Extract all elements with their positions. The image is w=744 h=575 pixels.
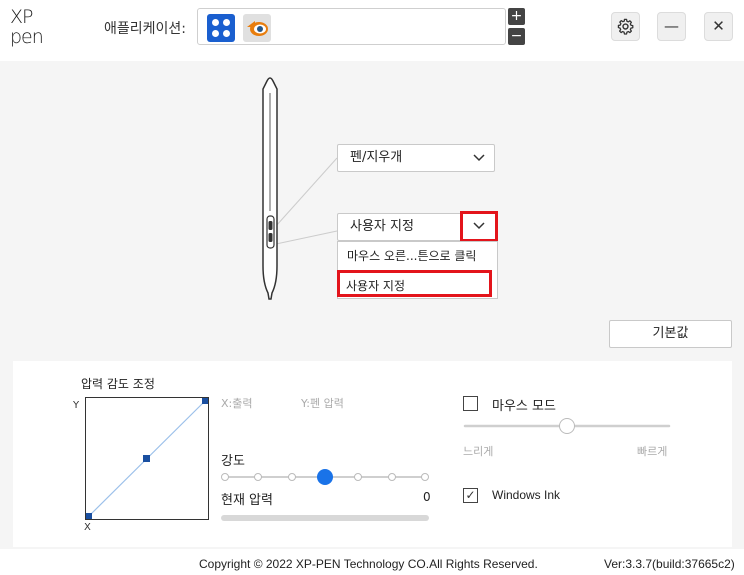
output-readout-label: X:출력 [221, 397, 253, 410]
slow-label: 느리게 [463, 445, 494, 458]
strength-slider[interactable] [221, 469, 429, 485]
dropdown-value: 펜/지우개 [350, 150, 403, 165]
pen-side-button [266, 215, 275, 249]
application-list [197, 8, 506, 45]
pressure-curve-graph[interactable] [85, 397, 209, 520]
graph-y-axis-label: Y [73, 400, 80, 411]
dropdown-option-custom[interactable]: 사용자 지정 [337, 270, 492, 297]
windows-ink-label: Windows Ink [492, 488, 561, 502]
dropdown-value: 사용자 지정 [350, 219, 414, 234]
settings-button[interactable] [611, 12, 640, 41]
current-pressure-value: 0 [423, 490, 431, 504]
app-icon-dot [223, 30, 230, 37]
fast-label: 빠르게 [637, 445, 668, 458]
application-label: 애플리케이션: [104, 21, 186, 37]
pressure-curve [85, 397, 209, 520]
dropdown-toggle-highlight[interactable] [460, 211, 498, 242]
windows-ink-checkbox[interactable]: ✓ [463, 488, 478, 503]
app-icon-dot [212, 19, 219, 26]
connector-line-bottom [275, 230, 338, 245]
mouse-mode-checkbox[interactable] [463, 396, 478, 411]
blender-logo-icon [247, 21, 268, 36]
minimize-button[interactable]: — [657, 12, 686, 41]
connector-line-top [275, 157, 338, 227]
gear-icon [617, 18, 634, 35]
chevron-down-icon [473, 145, 485, 181]
logo-text-top: XP [10, 6, 34, 28]
dropdown-option-right-click[interactable]: 마우스 오른...튼으로 클릭 [347, 247, 476, 264]
pen-upper-button-dropdown[interactable]: 펜/지우개 [337, 144, 495, 172]
pen-illustration [262, 77, 338, 300]
curve-point-mid[interactable] [143, 455, 150, 462]
remove-application-button[interactable]: − [508, 28, 525, 45]
curve-point-end[interactable] [202, 397, 209, 404]
version-text: Ver:3.3.7(build:37665c2) [604, 557, 735, 571]
pen-upper-button [268, 221, 273, 230]
curve-point-start[interactable] [85, 513, 92, 520]
app-icon-dot [223, 19, 230, 26]
close-button[interactable]: ✕ [704, 12, 733, 41]
current-pressure-label: 현재 압력 [221, 493, 273, 508]
xppen-app-icon[interactable] [207, 14, 235, 42]
mouse-speed-slider-thumb[interactable] [559, 418, 575, 434]
logo-text-bottom: pen [10, 26, 44, 48]
strength-label: 강도 [221, 454, 245, 469]
pressure-sensitivity-title: 압력 감도 조정 [81, 377, 155, 391]
pen-pressure-readout-label: Y:펜 압력 [301, 397, 344, 410]
blender-app-icon[interactable] [243, 14, 271, 42]
xppen-logo: XP pen [10, 6, 50, 48]
mouse-mode-label: 마우스 모드 [492, 399, 556, 414]
dropdown-option-label: 사용자 지정 [346, 279, 406, 293]
add-application-button[interactable]: + [508, 8, 525, 25]
default-button[interactable]: 기본값 [609, 320, 732, 348]
app-icon-dot [212, 30, 219, 37]
mouse-speed-slider[interactable] [463, 418, 671, 434]
copyright-text: Copyright © 2022 XP-PEN Technology CO.Al… [199, 557, 538, 571]
graph-x-axis-label: X [84, 522, 91, 533]
pen-lower-button [268, 233, 273, 242]
strength-slider-thumb[interactable] [317, 469, 333, 485]
current-pressure-bar [221, 515, 429, 521]
